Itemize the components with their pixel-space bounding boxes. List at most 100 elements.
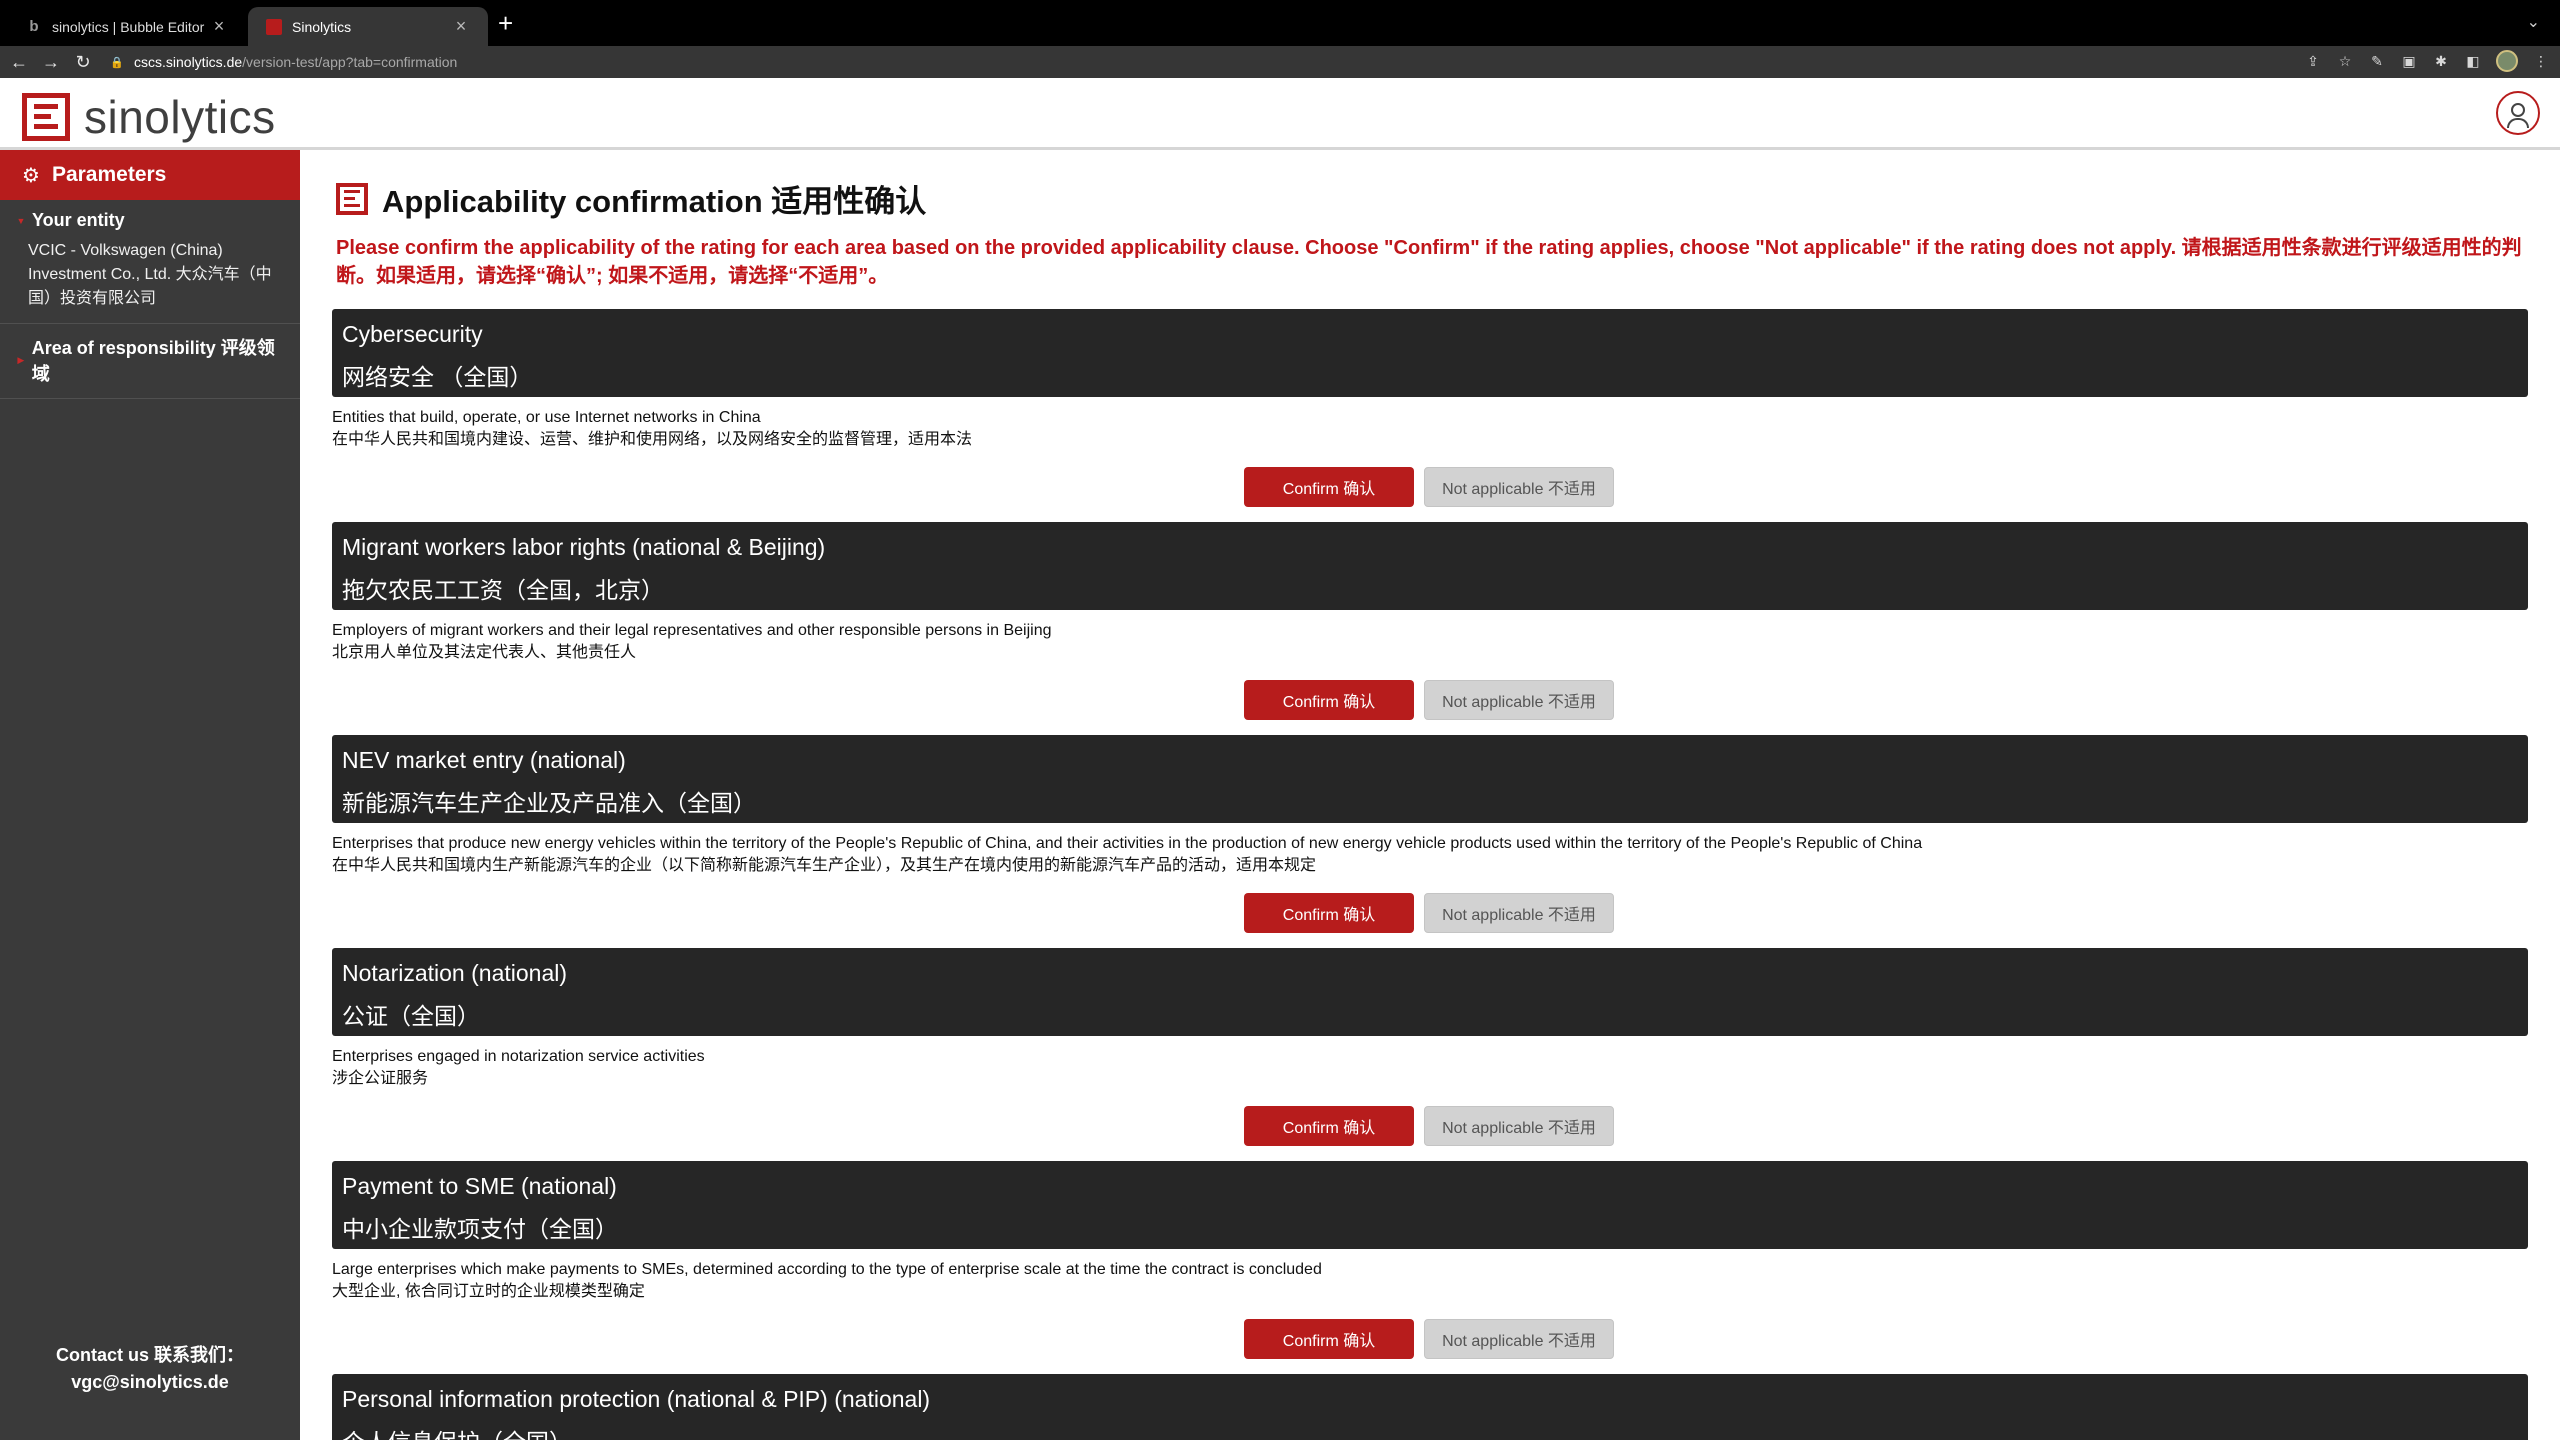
area-actions: Confirm 确认 Not applicable 不适用 (1244, 1106, 1614, 1146)
area-desc-en: Enterprises engaged in notarization serv… (332, 1048, 705, 1065)
area-title-cn: 拖欠农民工工资（全国，北京） (342, 577, 664, 603)
area-desc-cn: 北京用人单位及其法定代表人、其他责任人 (332, 644, 637, 661)
area-desc-cn: 涉企公证服务 (332, 1070, 429, 1087)
area-title-en: Notarization (national) (342, 960, 568, 986)
area-card-payment-to-sme: Payment to SME (national) 中小企业款项支付（全国） L… (332, 1161, 2528, 1359)
page-title-row: Applicability confirmation 适用性确认 (336, 176, 926, 221)
reload-icon[interactable]: ↻ (70, 52, 96, 73)
user-account-button[interactable] (2496, 91, 2540, 135)
area-desc-en: Employers of migrant workers and their l… (332, 622, 1052, 639)
area-card-cybersecurity: Cybersecurity 网络安全 （全国） Entities that bu… (332, 309, 2528, 507)
bubble-b-icon: b (29, 17, 39, 35)
extension-pen-icon[interactable]: ✎ (2368, 52, 2386, 70)
close-tab-icon[interactable]: × (452, 16, 470, 37)
new-tab-plus-icon[interactable]: + (498, 10, 513, 36)
area-title-en: Migrant workers labor rights (national &… (342, 534, 826, 560)
sinolytics-favicon (266, 18, 282, 35)
browser-tab-bar: b sinolytics | Bubble Editor × Sinolytic… (0, 0, 2560, 46)
area-card-personal-information: Personal information protection (nationa… (332, 1374, 2528, 1440)
bookmark-star-icon[interactable]: ☆ (2336, 52, 2354, 70)
side-panel-icon[interactable]: ◧ (2464, 52, 2482, 70)
gear-icon: ⚙ (22, 164, 40, 187)
entity-value: VCIC - Volkswagen (China) Investment Co.… (28, 242, 272, 307)
lock-icon: 🔒 (110, 56, 124, 69)
confirm-button[interactable]: Confirm 确认 (1244, 893, 1414, 933)
area-actions: Confirm 确认 Not applicable 不适用 (1244, 893, 1614, 933)
area-title-cn: 新能源汽车生产企业及产品准入（全国） (342, 790, 756, 816)
url-host: cscs.sinolytics.de (134, 54, 243, 70)
sidebar-entity-toggle[interactable]: ▼ Your entity (10, 210, 290, 231)
caret-down-icon: ▼ (16, 215, 26, 226)
area-header: Personal information protection (nationa… (332, 1374, 2528, 1440)
area-actions: Confirm 确认 Not applicable 不适用 (1244, 1319, 1614, 1359)
profile-avatar[interactable] (2496, 50, 2518, 72)
area-card-migrant-workers: Migrant workers labor rights (national &… (332, 522, 2528, 720)
confirm-button[interactable]: Confirm 确认 (1244, 1319, 1414, 1359)
area-header: Migrant workers labor rights (national &… (332, 522, 2528, 610)
sidebar-contact: Contact us 联系我们： vgc@sinolytics.de (0, 1342, 300, 1396)
sidebar-header-parameters: ⚙ Parameters (0, 150, 300, 200)
sidebar-title: Parameters (51, 163, 167, 186)
area-title-en: Cybersecurity (342, 321, 483, 347)
tab-title: Sinolytics (292, 18, 352, 35)
entity-label: Your entity (32, 210, 125, 230)
back-arrow-icon[interactable]: ← (6, 52, 32, 73)
extensions-puzzle-icon[interactable]: ✱ (2432, 52, 2450, 70)
main-content: Applicability confirmation 适用性确认 Please … (300, 150, 2560, 1440)
area-title-cn: 个人信息保护（全国） (342, 1427, 2518, 1440)
area-actions: Confirm 确认 Not applicable 不适用 (1244, 680, 1614, 720)
area-title-en: Personal information protection (nationa… (342, 1386, 931, 1412)
area-header: Notarization (national) 公证（全国） (332, 948, 2528, 1036)
instruction-notice: Please confirm the applicability of the … (336, 237, 2522, 287)
sidebar: ⚙ Parameters ▼ Your entity VCIC - Volksw… (0, 150, 300, 1440)
area-description: Enterprises that produce new energy vehi… (332, 833, 2528, 877)
caret-right-icon: ▶ (17, 354, 25, 365)
close-tab-icon[interactable]: × (210, 16, 228, 37)
tab-title: sinolytics | Bubble Editor (52, 18, 205, 35)
area-title-en: NEV market entry (national) (342, 747, 626, 773)
area-description: Employers of migrant workers and their l… (332, 620, 2528, 664)
tab-search-chevron-icon[interactable]: ⌄ (2527, 12, 2540, 32)
area-desc-cn: 在中华人民共和国境内生产新能源汽车的企业（以下简称新能源汽车生产企业），及其生产… (332, 857, 1317, 874)
forward-arrow-icon[interactable]: → (38, 52, 64, 73)
area-desc-en: Enterprises that produce new energy vehi… (332, 835, 1923, 852)
area-header: NEV market entry (national) 新能源汽车生产企业及产品… (332, 735, 2528, 823)
area-description: Large enterprises which make payments to… (332, 1259, 2528, 1303)
browser-tab-bubble-editor[interactable]: b sinolytics | Bubble Editor × (8, 7, 246, 46)
not-applicable-button[interactable]: Not applicable 不适用 (1424, 893, 1614, 933)
not-applicable-button[interactable]: Not applicable 不适用 (1424, 467, 1614, 507)
not-applicable-button[interactable]: Not applicable 不适用 (1424, 680, 1614, 720)
sidebar-section-area: ▶ Area of responsibility 评级领域 (0, 324, 300, 399)
address-bar[interactable]: 🔒 cscs.sinolytics.de/version-test/app?ta… (110, 49, 2310, 75)
contact-label: Contact us 联系我们： (55, 1345, 244, 1365)
app-header: sinolytics (0, 78, 2560, 150)
area-desc-cn: 大型企业, 依合同订立时的企业规模类型确定 (332, 1283, 645, 1300)
share-icon[interactable]: ⇪ (2304, 52, 2322, 70)
confirm-button[interactable]: Confirm 确认 (1244, 467, 1414, 507)
area-description: Entities that build, operate, or use Int… (332, 407, 2528, 451)
area-label: Area of responsibility 评级领域 (31, 338, 275, 384)
not-applicable-button[interactable]: Not applicable 不适用 (1424, 1106, 1614, 1146)
sinolytics-logo-icon (336, 182, 368, 215)
browser-toolbar: ← → ↻ 🔒 cscs.sinolytics.de/version-test/… (0, 46, 2560, 78)
extension-window-icon[interactable]: ▣ (2400, 52, 2418, 70)
sidebar-section-entity: ▼ Your entity VCIC - Volkswagen (China) … (0, 200, 300, 324)
area-card-nev-market-entry: NEV market entry (national) 新能源汽车生产企业及产品… (332, 735, 2528, 933)
menu-kebab-icon[interactable]: ⋮ (2532, 52, 2550, 70)
logo-text: sinolytics (84, 91, 276, 143)
sinolytics-logo-icon (22, 93, 70, 141)
area-desc-en: Large enterprises which make payments to… (332, 1261, 1322, 1278)
sinolytics-logo[interactable]: sinolytics (22, 90, 276, 144)
area-header: Payment to SME (national) 中小企业款项支付（全国） (332, 1161, 2528, 1249)
confirm-button[interactable]: Confirm 确认 (1244, 1106, 1414, 1146)
not-applicable-button[interactable]: Not applicable 不适用 (1424, 1319, 1614, 1359)
browser-toolbar-icons: ⇪ ☆ ✎ ▣ ✱ ◧ ⋮ (2304, 50, 2550, 72)
page-title: Applicability confirmation 适用性确认 (382, 184, 927, 219)
user-icon (2511, 103, 2525, 117)
url-path: /version-test/app?tab=confirmation (242, 54, 458, 70)
area-actions: Confirm 确认 Not applicable 不适用 (1244, 467, 1614, 507)
confirm-button[interactable]: Confirm 确认 (1244, 680, 1414, 720)
browser-tab-sinolytics[interactable]: Sinolytics × (248, 7, 488, 46)
sidebar-area-toggle[interactable]: ▶ Area of responsibility 评级领域 (10, 334, 290, 386)
contact-email-link[interactable]: vgc@sinolytics.de (0, 1369, 300, 1396)
